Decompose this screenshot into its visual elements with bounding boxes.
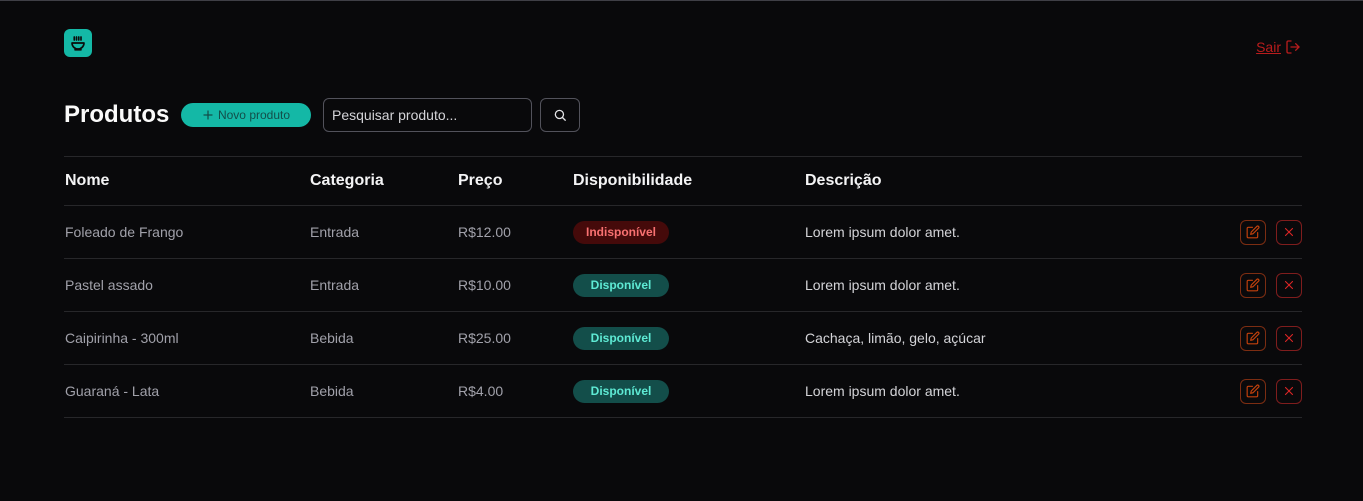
edit-icon	[1246, 225, 1260, 239]
search-input[interactable]	[323, 98, 532, 132]
products-table: Nome Categoria Preço Disponibilidade Des…	[64, 156, 1302, 418]
column-header-price: Preço	[458, 172, 503, 189]
edit-icon	[1246, 384, 1260, 398]
product-description: Lorem ipsum dolor amet.	[805, 277, 960, 293]
page-title: Produtos	[64, 101, 170, 128]
table-row: Pastel assado Entrada R$10.00 Disponível…	[64, 259, 1302, 312]
column-header-availability: Disponibilidade	[573, 172, 693, 189]
product-name: Caipirinha - 300ml	[65, 330, 179, 346]
bowl-icon	[71, 36, 85, 51]
availability-cell: Disponível	[573, 259, 669, 311]
status-badge: Disponível	[573, 379, 669, 403]
product-price: R$4.00	[458, 383, 504, 399]
table-row: Caipirinha - 300ml Bebida R$25.00 Dispon…	[64, 312, 1302, 365]
delete-button[interactable]	[1276, 325, 1302, 351]
close-icon	[1284, 386, 1294, 396]
search-button[interactable]	[540, 98, 580, 132]
new-product-button[interactable]: Novo produto	[181, 103, 311, 127]
product-name: Foleado de Frango	[65, 224, 184, 240]
table-row: Guaraná - Lata Bebida R$4.00 Disponível …	[64, 365, 1302, 418]
column-header-name: Nome	[65, 172, 110, 189]
product-name: Guaraná - Lata	[65, 383, 160, 399]
product-category: Bebida	[310, 383, 354, 399]
product-description: Cachaça, limão, gelo, açúcar	[805, 330, 986, 346]
status-badge: Disponível	[573, 273, 669, 297]
search-icon	[554, 109, 566, 121]
close-icon	[1284, 280, 1294, 290]
logout-link[interactable]: Sair	[1256, 39, 1301, 55]
row-actions	[1240, 206, 1302, 258]
availability-cell: Disponível	[573, 312, 669, 364]
plus-icon	[203, 110, 213, 120]
edit-button[interactable]	[1240, 378, 1266, 404]
close-icon	[1284, 227, 1294, 237]
delete-button[interactable]	[1276, 378, 1302, 404]
product-description: Lorem ipsum dolor amet.	[805, 383, 960, 399]
availability-cell: Indisponível	[573, 206, 669, 258]
delete-button[interactable]	[1276, 272, 1302, 298]
row-actions	[1240, 365, 1302, 417]
status-badge: Disponível	[573, 326, 669, 350]
product-category: Bebida	[310, 330, 354, 346]
column-header-description: Descrição	[805, 172, 882, 189]
product-category: Entrada	[310, 277, 360, 293]
edit-icon	[1246, 278, 1260, 292]
edit-button[interactable]	[1240, 272, 1266, 298]
edit-icon	[1246, 331, 1260, 345]
delete-button[interactable]	[1276, 219, 1302, 245]
row-actions	[1240, 259, 1302, 311]
column-header-category: Categoria	[310, 172, 384, 189]
product-name: Pastel assado	[65, 277, 153, 293]
edit-button[interactable]	[1240, 325, 1266, 351]
app-logo[interactable]	[64, 29, 92, 57]
table-header-row: Nome Categoria Preço Disponibilidade Des…	[64, 157, 1302, 206]
close-icon	[1284, 333, 1294, 343]
product-price: R$10.00	[458, 277, 511, 293]
table-row: Foleado de Frango Entrada R$12.00 Indisp…	[64, 206, 1302, 259]
new-product-label: Novo produto	[217, 108, 291, 122]
logout-label: Sair	[1256, 39, 1281, 55]
product-price: R$12.00	[458, 224, 511, 240]
product-description: Lorem ipsum dolor amet.	[805, 224, 960, 240]
product-price: R$25.00	[458, 330, 511, 346]
log-out-icon	[1286, 40, 1300, 54]
status-badge: Indisponível	[573, 220, 669, 244]
availability-cell: Disponível	[573, 365, 669, 417]
edit-button[interactable]	[1240, 219, 1266, 245]
row-actions	[1240, 312, 1302, 364]
product-category: Entrada	[310, 224, 360, 240]
